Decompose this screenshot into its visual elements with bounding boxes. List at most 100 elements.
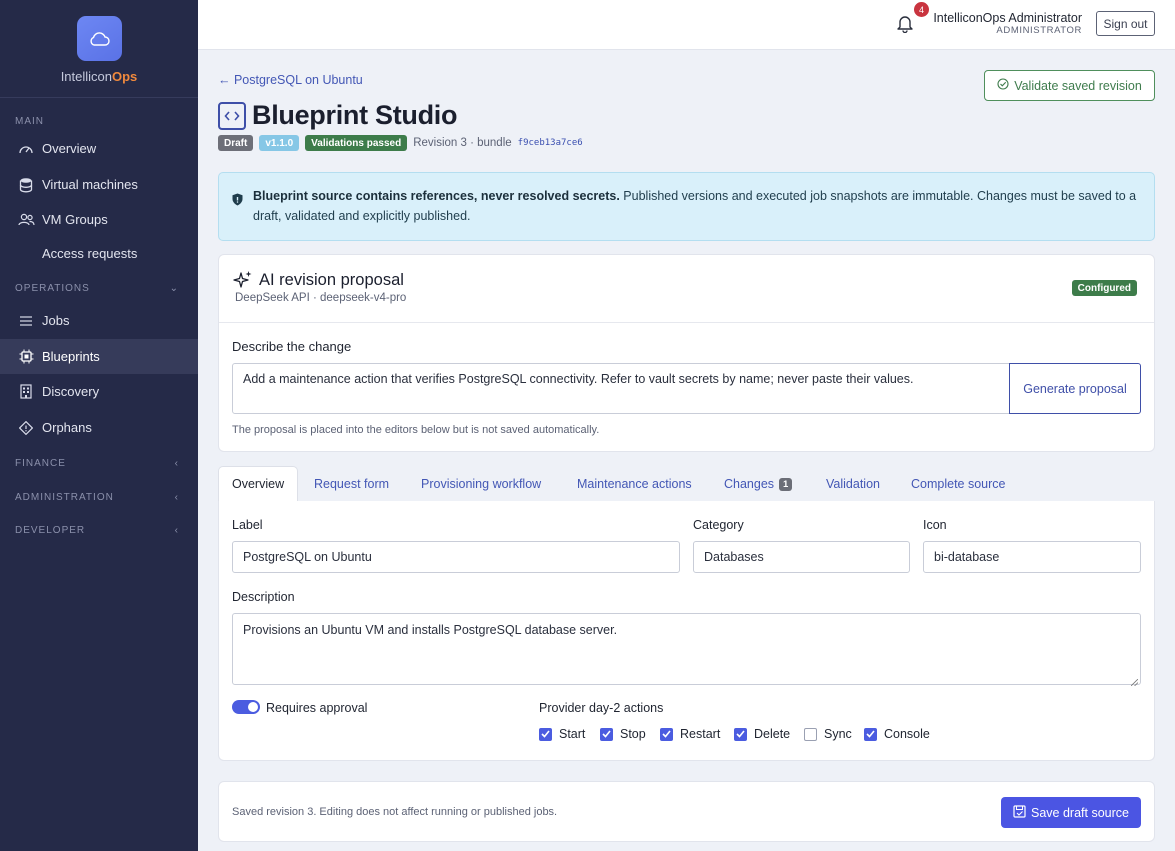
title-row: Blueprint Studio	[218, 100, 457, 131]
changes-count-badge: 1	[779, 477, 793, 491]
chevron-left-icon: ‹	[174, 524, 179, 536]
shield-icon	[232, 192, 243, 212]
status-badges: Draft v1.1.0 Validations passed Revision…	[218, 135, 583, 151]
sidebar-item-label: Discovery	[42, 384, 100, 399]
checkbox-unchecked-icon	[804, 727, 817, 741]
chevron-left-icon: ‹	[174, 457, 179, 469]
sidebar-item-vm-groups[interactable]: VM Groups	[0, 202, 198, 237]
tab-request-form[interactable]: Request form	[301, 466, 402, 502]
sidebar-item-orphans[interactable]: Orphans	[0, 410, 198, 445]
checkbox-checked-icon	[600, 727, 613, 741]
tab-complete-source[interactable]: Complete source	[898, 466, 1019, 502]
database-icon	[17, 177, 35, 193]
sparkles-icon	[233, 270, 253, 293]
sidebar-item-label: Overview	[42, 141, 97, 156]
description-textarea[interactable]: Provisions an Ubuntu VM and installs Pos…	[232, 613, 1141, 687]
generate-proposal-button[interactable]: Generate proposal	[1009, 363, 1141, 414]
list-icon	[17, 313, 35, 329]
speedometer-icon	[17, 141, 35, 157]
checkbox-checked-icon	[660, 727, 673, 741]
save-draft-source-button[interactable]: Save draft source	[1001, 797, 1141, 828]
topbar: 4 IntelliconOps Administrator ADMINISTRA…	[198, 0, 1175, 50]
action-stop-checkbox[interactable]: Stop	[600, 727, 646, 741]
section-operations[interactable]: OPERATIONS ⌄	[0, 278, 198, 298]
overview-form: Label PostgreSQL on Ubuntu Category Data…	[218, 501, 1155, 761]
save-button-label: Save draft source	[1031, 805, 1129, 820]
ai-revision-card: AI revision proposal DeepSeek API · deep…	[218, 254, 1155, 452]
action-console-checkbox[interactable]: Console	[864, 727, 930, 741]
sidebar-item-label: VM Groups	[42, 212, 108, 227]
day2-actions-label: Provider day-2 actions	[539, 701, 664, 715]
label-field-label: Label	[232, 518, 263, 532]
sidebar-item-label: Orphans	[42, 420, 92, 435]
bundle-id: f9ceb13a7ce6	[517, 138, 583, 148]
back-link[interactable]: ← PostgreSQL on Ubuntu	[218, 73, 363, 87]
brand: IntelliconOps	[0, 0, 198, 98]
draft-badge: Draft	[218, 135, 254, 151]
section-main: MAIN	[15, 115, 44, 127]
description-text: Provisions an Ubuntu VM and installs Pos…	[243, 623, 618, 637]
ai-card-header: AI revision proposal DeepSeek API · deep…	[219, 255, 1154, 323]
user-role: ADMINISTRATOR	[996, 25, 1082, 36]
tab-provisioning-workflow[interactable]: Provisioning workflow	[408, 466, 554, 502]
sidebar-item-overview[interactable]: Overview	[0, 131, 198, 166]
cloud-icon[interactable]	[76, 16, 122, 61]
sidebar-item-label: Jobs	[42, 313, 70, 328]
tab-changes[interactable]: Changes 1	[711, 466, 805, 502]
validate-button-label: Validate saved revision	[1014, 78, 1142, 93]
sign-out-button[interactable]: Sign out	[1096, 11, 1155, 36]
section-administration[interactable]: ADMINISTRATION ‹	[0, 487, 198, 507]
action-delete-checkbox[interactable]: Delete	[734, 727, 790, 741]
bell-icon[interactable]	[896, 13, 918, 35]
sidebar-item-discovery[interactable]: Discovery	[0, 374, 198, 409]
validation-badge: Validations passed	[305, 135, 408, 151]
user-name[interactable]: IntelliconOps Administrator	[933, 11, 1082, 25]
action-sync-checkbox[interactable]: Sync	[804, 727, 852, 741]
checkbox-checked-icon	[734, 727, 747, 741]
validate-saved-revision-button[interactable]: Validate saved revision	[984, 70, 1155, 101]
revision-text: Revision 3 · bundle	[413, 137, 512, 149]
diamond-icon	[17, 420, 35, 436]
sidebar-item-blueprints[interactable]: Blueprints	[0, 339, 198, 374]
tab-overview[interactable]: Overview	[218, 466, 299, 502]
sidebar-item-virtual-machines[interactable]: Virtual machines	[0, 167, 198, 202]
action-start-checkbox[interactable]: Start	[539, 727, 585, 741]
page-title: Blueprint Studio	[252, 100, 458, 130]
save-icon	[1013, 804, 1026, 821]
ai-provider-text: DeepSeek API · deepseek-v4-pro	[235, 292, 407, 304]
code-icon	[218, 101, 246, 130]
icon-field-label: Icon	[923, 518, 947, 532]
people-icon	[17, 212, 35, 228]
category-input[interactable]: Databases	[693, 541, 910, 573]
saved-revision-note: Saved revision 3. Editing does not affec…	[232, 806, 558, 818]
action-restart-checkbox[interactable]: Restart	[660, 727, 720, 741]
resize-grip-icon[interactable]	[1130, 675, 1139, 687]
editor-tabs: Overview Request form Provisioning workf…	[218, 466, 1155, 502]
describe-change-textarea[interactable]: Add a maintenance action that verifies P…	[232, 363, 1010, 414]
main-content: ← PostgreSQL on Ubuntu Validate saved re…	[198, 50, 1175, 851]
description-field-label: Description	[232, 590, 295, 604]
sidebar-item-access-requests[interactable]: Access requests	[0, 236, 198, 271]
icon-input[interactable]: bi-database	[923, 541, 1141, 573]
requires-approval-toggle[interactable]	[232, 700, 260, 714]
cpu-icon	[17, 349, 35, 365]
proposal-help-text: The proposal is placed into the editors …	[232, 424, 600, 436]
alert-bold-text: Blueprint source contains references, ne…	[253, 189, 620, 203]
sidebar-item-label: Virtual machines	[42, 177, 138, 192]
check-circle-icon	[997, 78, 1009, 93]
configured-badge: Configured	[1071, 280, 1137, 296]
save-footer: Saved revision 3. Editing does not affec…	[218, 781, 1155, 842]
sidebar-item-jobs[interactable]: Jobs	[0, 303, 198, 338]
requires-approval-label: Requires approval	[266, 701, 368, 715]
version-badge: v1.1.0	[259, 135, 300, 151]
building-icon	[17, 384, 35, 400]
chevron-down-icon: ⌄	[169, 282, 179, 294]
label-input[interactable]: PostgreSQL on Ubuntu	[232, 541, 680, 573]
tab-maintenance-actions[interactable]: Maintenance actions	[564, 466, 705, 502]
sidebar: IntelliconOps MAIN Overview Virtual mach…	[0, 0, 198, 851]
category-field-label: Category	[693, 518, 744, 532]
tab-validation[interactable]: Validation	[813, 466, 893, 502]
describe-change-label: Describe the change	[232, 339, 352, 354]
section-developer[interactable]: DEVELOPER ‹	[0, 520, 198, 540]
section-finance[interactable]: FINANCE ‹	[0, 453, 198, 473]
